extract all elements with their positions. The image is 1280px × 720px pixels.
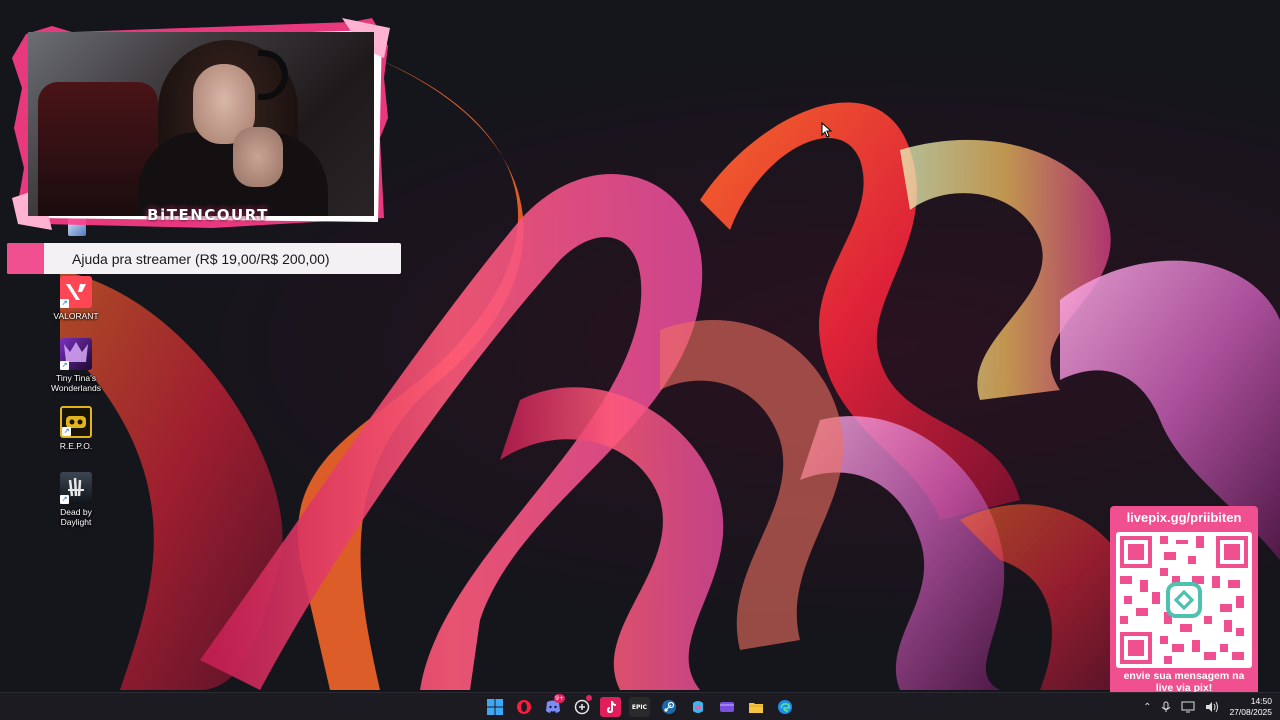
desktop-icon-label: R.E.P.O. xyxy=(59,441,93,451)
dead-by-daylight-icon: ↗ xyxy=(60,472,92,504)
clipchamp-icon xyxy=(719,702,734,712)
webcam-video xyxy=(28,32,374,216)
desktop-icon-label: Daylight xyxy=(60,517,92,527)
shortcut-arrow-icon: ↗ xyxy=(62,427,71,436)
tiktok-icon xyxy=(606,701,616,713)
steam-icon xyxy=(661,700,676,714)
shortcut-arrow-icon: ↗ xyxy=(60,361,69,370)
start-button[interactable] xyxy=(484,697,505,717)
desktop-icon-dead-by-daylight[interactable]: ↗ Dead by Daylight xyxy=(40,472,112,527)
desktop-icon-label: Tiny Tina's xyxy=(55,373,97,383)
livepix-message-line1: envie sua mensagem na xyxy=(1123,670,1245,682)
webcam-overlay xyxy=(12,18,390,230)
donation-goal-text: Ajuda pra streamer (R$ 19,00/R$ 200,00) xyxy=(72,250,330,267)
epic-games-icon: EPIC xyxy=(631,703,648,711)
webcam-person-hand xyxy=(233,127,283,187)
shortcut-arrow-icon: ↗ xyxy=(60,299,69,308)
qr-code-icon xyxy=(1120,536,1248,664)
volume-icon[interactable] xyxy=(1205,701,1219,713)
windows-logo-icon xyxy=(486,699,503,715)
taskbar-clipchamp[interactable] xyxy=(716,697,737,717)
taskbar-opera-gx[interactable] xyxy=(513,697,534,717)
livepix-panel: livepix.gg/priibiten envie sua mensagem … xyxy=(1110,506,1258,696)
clock-time: 14:50 xyxy=(1250,696,1272,706)
taskbar-tiktok[interactable] xyxy=(600,697,621,717)
taskbar-copilot[interactable] xyxy=(687,697,708,717)
valorant-icon: ↗ xyxy=(60,276,92,308)
mouse-cursor-icon xyxy=(821,122,833,138)
network-icon[interactable] xyxy=(1181,701,1195,713)
taskbar-steam[interactable] xyxy=(658,697,679,717)
desktop-icon-valorant[interactable]: ↗ VALORANT xyxy=(40,276,112,321)
taskbar-epic-games[interactable]: EPIC xyxy=(629,697,650,717)
chatgpt-icon xyxy=(574,699,589,715)
desktop-icon-repo[interactable]: ↗ R.E.P.O. xyxy=(40,406,112,451)
taskbar-clock[interactable]: 14:50 27/08/2025 xyxy=(1229,696,1272,718)
edge-icon xyxy=(777,700,792,714)
livepix-message: envie sua mensagem na live via pix! xyxy=(1110,670,1258,694)
discord-notification-badge: 9+ xyxy=(554,694,565,703)
folder-icon xyxy=(748,703,763,713)
taskbar: 9+ EPIC ⌃ 14:50 27/08/2025 xyxy=(0,692,1280,720)
streamer-name: BiTENCOURT xyxy=(147,206,269,224)
tiny-tinas-wonderlands-icon: ↗ xyxy=(60,338,92,370)
desktop-icon-label: Wonderlands xyxy=(51,383,101,393)
taskbar-file-explorer[interactable] xyxy=(745,697,766,717)
livepix-url: livepix.gg/priibiten xyxy=(1126,510,1242,525)
clock-date: 27/08/2025 xyxy=(1229,707,1272,717)
copilot-icon xyxy=(692,701,703,713)
desktop-icon-label: VALORANT xyxy=(53,311,99,321)
repo-icon: ↗ xyxy=(60,406,92,438)
taskbar-apps: 9+ EPIC xyxy=(484,694,795,717)
taskbar-edge[interactable] xyxy=(774,697,795,717)
taskbar-discord[interactable]: 9+ xyxy=(542,694,565,717)
donation-goal-bar: Ajuda pra streamer (R$ 19,00/R$ 200,00) xyxy=(7,243,401,274)
taskbar-chatgpt[interactable] xyxy=(571,695,592,717)
shortcut-arrow-icon: ↗ xyxy=(60,495,69,504)
desktop-icon-label: Dead by xyxy=(60,507,92,517)
chatgpt-notification-dot xyxy=(586,695,592,701)
donation-goal-accent xyxy=(7,243,44,274)
microphone-icon[interactable] xyxy=(1161,701,1171,713)
opera-gx-icon xyxy=(516,700,531,714)
livepix-qr-code xyxy=(1116,532,1252,668)
chevron-up-icon[interactable]: ⌃ xyxy=(1143,702,1151,713)
desktop-icon-tiny-tinas-wonderlands[interactable]: ↗ Tiny Tina's Wonderlands xyxy=(40,338,112,393)
system-tray: ⌃ 14:50 27/08/2025 xyxy=(1143,696,1272,718)
